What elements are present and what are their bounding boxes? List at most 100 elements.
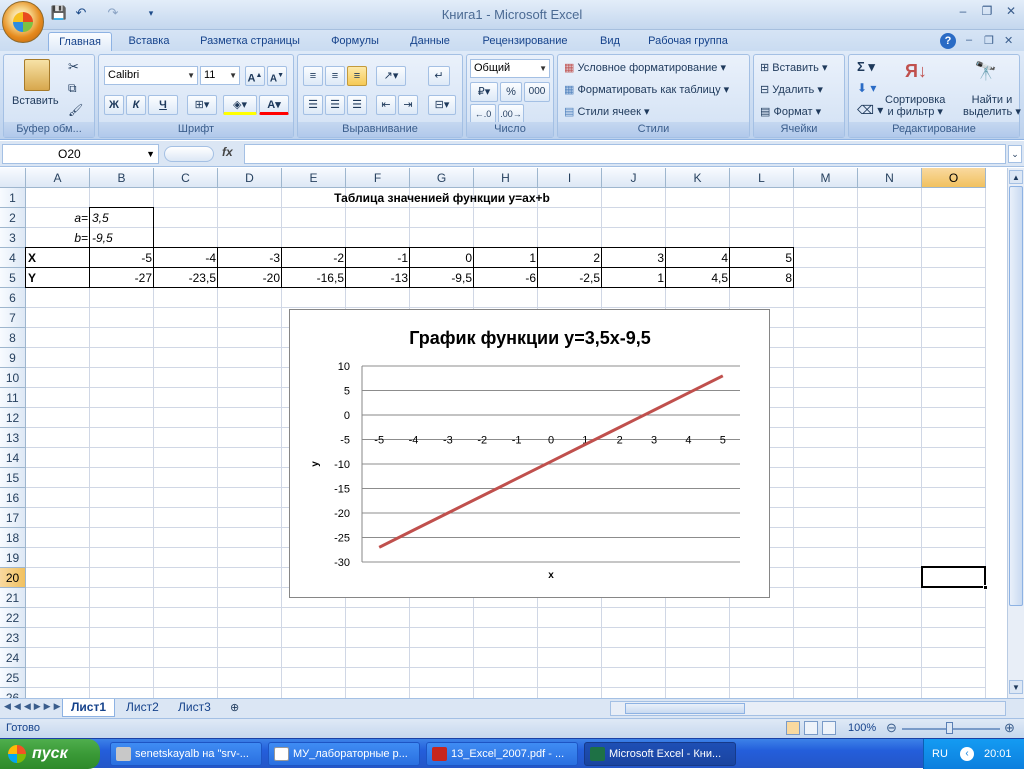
restore-icon[interactable]: ❐ xyxy=(976,4,998,20)
column-header[interactable]: C xyxy=(154,168,218,188)
scroll-up-icon[interactable]: ▲ xyxy=(1009,170,1023,184)
column-header[interactable]: N xyxy=(858,168,922,188)
increase-indent-icon[interactable]: ⇥ xyxy=(398,95,418,115)
decrease-decimal-icon[interactable]: .00→ xyxy=(498,104,524,124)
row-header[interactable]: 11 xyxy=(0,388,26,408)
sheet-tab-3[interactable]: Лист3 xyxy=(170,699,219,717)
insert-cells-button[interactable]: ⊞ Вставить ▾ xyxy=(760,61,828,74)
italic-button[interactable]: К xyxy=(126,95,146,115)
copy-icon[interactable]: ⧉ xyxy=(68,81,77,96)
row-header[interactable]: 19 xyxy=(0,548,26,568)
a-label-cell[interactable]: a= xyxy=(26,208,90,228)
ribbon-restore-icon[interactable]: ❐ xyxy=(984,34,994,47)
row-header[interactable]: 6 xyxy=(0,288,26,308)
borders-icon[interactable]: ⊞▾ xyxy=(187,95,217,115)
column-header[interactable]: G xyxy=(410,168,474,188)
percent-button[interactable]: % xyxy=(500,82,522,102)
row-header[interactable]: 8 xyxy=(0,328,26,348)
tab-data[interactable]: Данные xyxy=(400,32,460,52)
row-header[interactable]: 18 xyxy=(0,528,26,548)
row-header[interactable]: 15 xyxy=(0,468,26,488)
sort-filter-icon[interactable]: Я↓ xyxy=(903,61,929,87)
language-indicator[interactable]: RU xyxy=(932,739,948,769)
column-header[interactable]: A xyxy=(26,168,90,188)
thousands-button[interactable]: 000 xyxy=(524,82,550,102)
row-header[interactable]: 17 xyxy=(0,508,26,528)
name-box[interactable]: O20 ▼ xyxy=(2,144,159,164)
close-icon[interactable]: ✕ xyxy=(1000,4,1022,20)
select-all-button[interactable] xyxy=(0,168,26,188)
font-name-combo[interactable]: Calibri ▼ xyxy=(104,66,198,85)
fill-handle[interactable] xyxy=(983,585,988,590)
currency-icon[interactable]: ₽▾ xyxy=(470,82,498,102)
horizontal-scrollbar[interactable] xyxy=(610,701,1006,716)
column-header[interactable]: E xyxy=(282,168,346,188)
format-as-table-button[interactable]: ▦ Форматировать как таблицу ▾ xyxy=(564,83,729,96)
find-binoculars-icon[interactable]: 🔭 xyxy=(973,61,999,87)
taskbar-item-2[interactable]: МУ_лабораторные р... xyxy=(268,742,420,766)
align-bottom-icon[interactable]: ≡ xyxy=(347,66,367,86)
sort-filter-button[interactable]: Сортировка и фильтр ▾ xyxy=(885,94,945,118)
align-right-icon[interactable]: ☰ xyxy=(347,95,367,115)
row-header[interactable]: 24 xyxy=(0,648,26,668)
help-icon[interactable]: ? xyxy=(940,33,956,49)
fill-icon[interactable]: ⬇ ▾ xyxy=(857,81,876,95)
row-header[interactable]: 4 xyxy=(0,248,26,268)
ribbon-minimize-icon[interactable]: – xyxy=(966,34,972,46)
column-header[interactable]: K xyxy=(666,168,730,188)
autosum-icon[interactable]: Σ ▾ xyxy=(857,59,875,75)
minimize-icon[interactable]: – xyxy=(952,4,974,20)
row-header[interactable]: 9 xyxy=(0,348,26,368)
paste-button[interactable]: Вставить xyxy=(12,95,59,107)
format-painter-icon[interactable]: 🖌 xyxy=(68,103,83,117)
sheet-tab-2[interactable]: Лист2 xyxy=(118,699,167,717)
column-header[interactable]: L xyxy=(730,168,794,188)
table-title-cell[interactable]: Таблица значениeй функции y=ax+b xyxy=(90,188,794,208)
scroll-thumb[interactable] xyxy=(1009,186,1023,606)
grow-font-icon[interactable]: A▲ xyxy=(245,66,265,86)
row-header[interactable]: 20 xyxy=(0,568,26,588)
zoom-in-icon[interactable]: ⊕ xyxy=(1004,720,1015,736)
chevron-down-icon[interactable]: ▼ xyxy=(146,145,155,163)
align-middle-icon[interactable]: ≡ xyxy=(325,66,345,86)
delete-cells-button[interactable]: ⊟ Удалить ▾ xyxy=(760,83,823,96)
cut-icon[interactable]: ✂ xyxy=(68,59,79,75)
tab-workgroup[interactable]: Рабочая группа xyxy=(638,32,738,52)
merge-center-icon[interactable]: ⊟▾ xyxy=(428,95,456,115)
zoom-level[interactable]: 100% xyxy=(848,722,876,734)
taskbar-item-1[interactable]: senetskayalb на "srv-... xyxy=(110,742,262,766)
clear-icon[interactable]: ⌫ ▾ xyxy=(857,103,883,117)
orientation-icon[interactable]: ↗▾ xyxy=(376,66,406,86)
row-header[interactable]: 12 xyxy=(0,408,26,428)
h-scroll-thumb[interactable] xyxy=(625,703,745,714)
row-header[interactable]: 1 xyxy=(0,188,26,208)
chart[interactable]: График функции y=3,5x-9,5 10 5 0 -5 -10 -15 -2… xyxy=(289,309,770,598)
row-header[interactable]: 5 xyxy=(0,268,26,288)
taskbar-item-3[interactable]: 13_Excel_2007.pdf - ... xyxy=(426,742,578,766)
row-header[interactable]: 16 xyxy=(0,488,26,508)
zoom-out-icon[interactable]: ⊖ xyxy=(886,720,897,736)
selected-cell-outline[interactable] xyxy=(921,566,988,590)
tab-formulas[interactable]: Формулы xyxy=(320,32,390,52)
bold-button[interactable]: Ж xyxy=(104,95,124,115)
insert-sheet-icon[interactable]: ⊕ xyxy=(230,701,239,714)
tab-review[interactable]: Рецензирование xyxy=(470,32,580,52)
scroll-down-icon[interactable]: ▼ xyxy=(1009,680,1023,694)
row-header[interactable]: 22 xyxy=(0,608,26,628)
row-header[interactable]: 2 xyxy=(0,208,26,228)
tab-insert[interactable]: Вставка xyxy=(120,32,178,52)
formula-input[interactable] xyxy=(244,144,1006,164)
formula-bar-splitter[interactable] xyxy=(164,146,214,162)
row-header[interactable]: 25 xyxy=(0,668,26,688)
workbook-close-icon[interactable]: ✕ xyxy=(1004,34,1013,47)
vertical-scrollbar[interactable]: ▲ ▼ xyxy=(1007,168,1024,698)
decrease-indent-icon[interactable]: ⇤ xyxy=(376,95,396,115)
row-header[interactable]: 14 xyxy=(0,448,26,468)
increase-decimal-icon[interactable]: ←.0 xyxy=(470,104,496,124)
column-header[interactable]: M xyxy=(794,168,858,188)
sheet-tab-1[interactable]: Лист1 xyxy=(62,699,116,717)
tray-arrow-icon[interactable]: ‹ xyxy=(960,747,974,761)
font-color-icon[interactable]: A▾ xyxy=(259,95,289,115)
insert-function-icon[interactable]: fx xyxy=(222,145,233,159)
conditional-formatting-button[interactable]: ▦ Условное форматирование ▾ xyxy=(564,61,726,74)
